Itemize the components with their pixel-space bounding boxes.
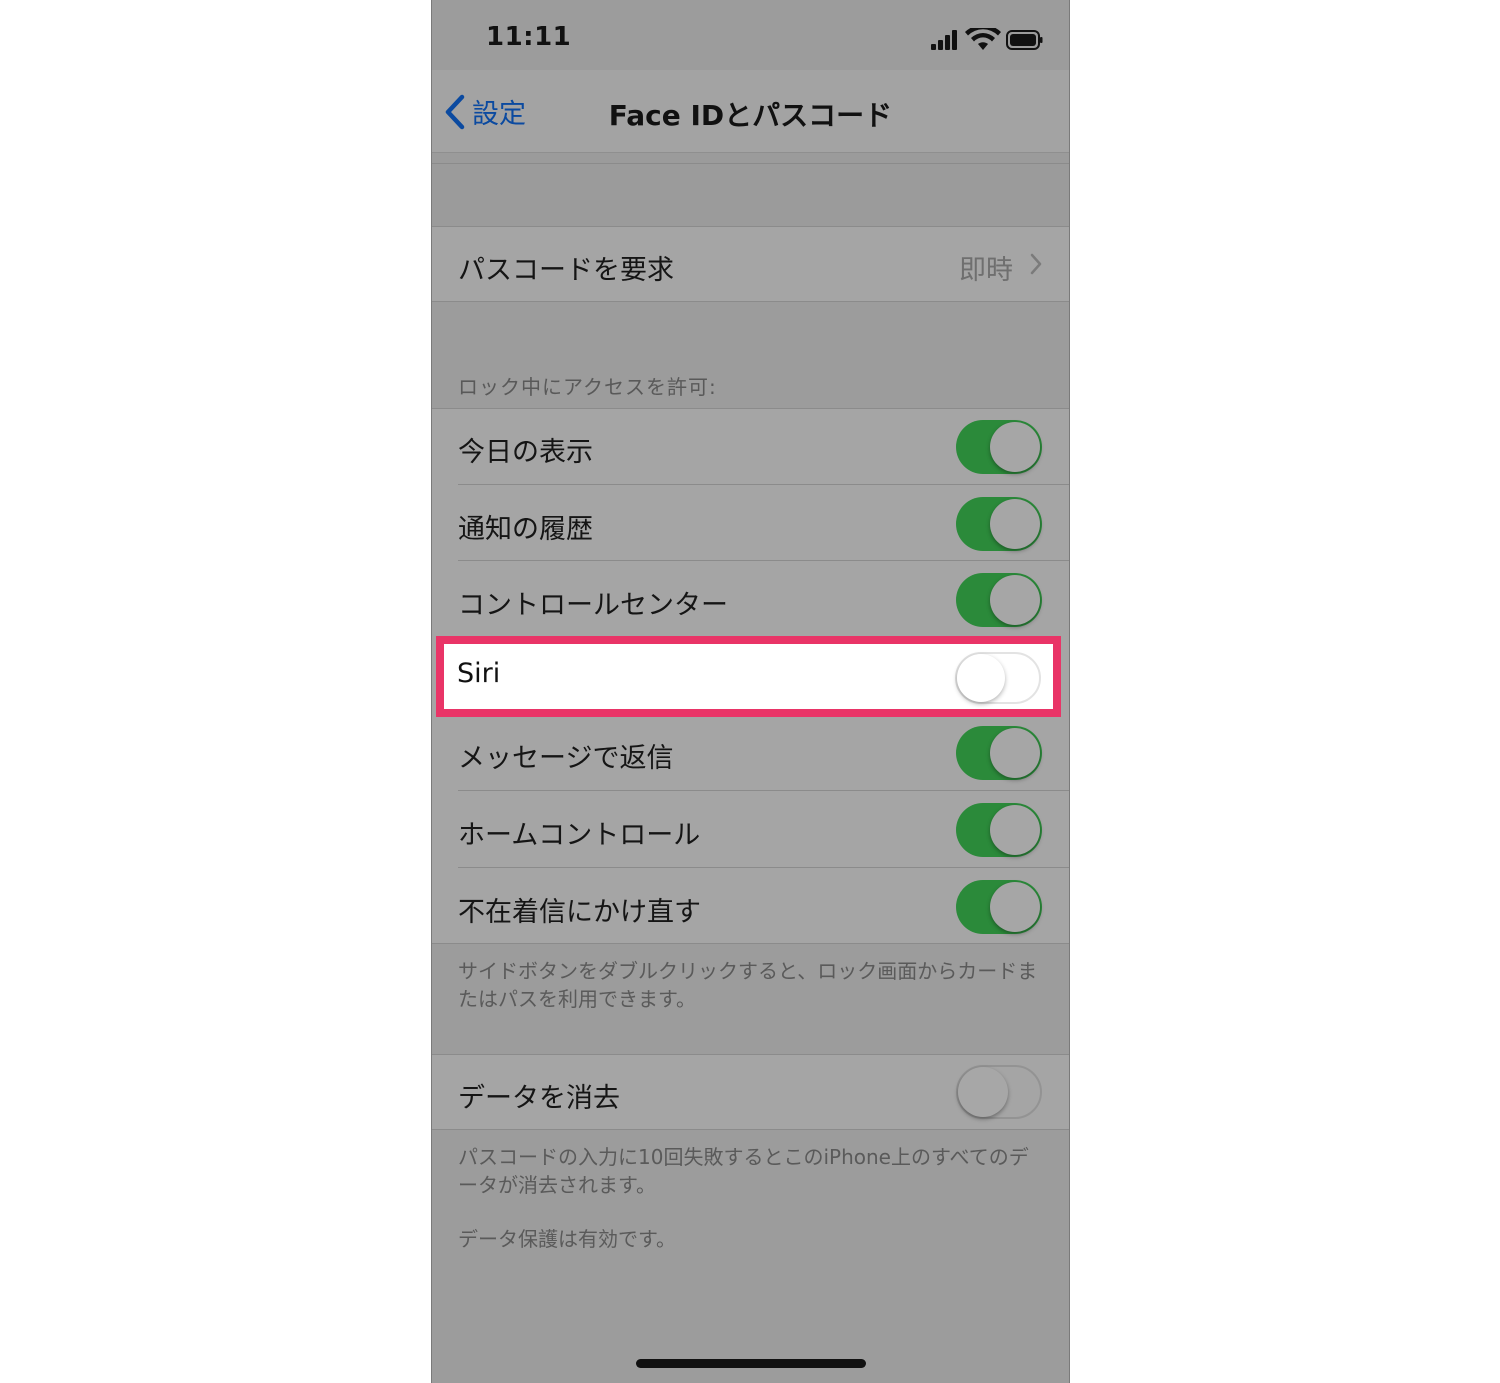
control-center-row: コントロールセンター xyxy=(432,561,1069,638)
home-control-toggle[interactable] xyxy=(956,803,1042,857)
status-icons xyxy=(931,24,1043,52)
erase-data-label: データを消去 xyxy=(458,1083,620,1114)
control-center-toggle[interactable] xyxy=(956,573,1042,627)
erase-data-row: データを消去 xyxy=(432,1054,1069,1130)
today-view-row: 今日の表示 xyxy=(432,408,1069,485)
reply-with-message-toggle[interactable] xyxy=(956,726,1042,780)
siri-label: Siri xyxy=(457,658,501,689)
notification-history-row: 通知の履歴 xyxy=(432,485,1069,561)
home-control-label: ホームコントロール xyxy=(458,820,701,851)
chevron-right-icon xyxy=(1030,253,1042,275)
siri-toggle[interactable] xyxy=(955,652,1041,704)
notification-history-label: 通知の履歴 xyxy=(458,514,593,545)
erase-data-footer: パスコードの入力に10回失敗するとこのiPhone上のすべてのデータが消去されま… xyxy=(458,1145,1029,1197)
navigation-bar: 設定 Face IDとパスコード xyxy=(432,70,1069,153)
section-spacer xyxy=(432,153,1069,226)
reply-with-message-label: メッセージで返信 xyxy=(458,743,674,774)
page-title: Face IDとパスコード xyxy=(608,99,893,132)
siri-row: Siri xyxy=(444,644,1053,709)
control-center-label: コントロールセンター xyxy=(458,590,728,621)
return-missed-calls-toggle[interactable] xyxy=(956,880,1042,934)
home-indicator xyxy=(636,1359,866,1368)
battery-icon xyxy=(1006,30,1043,50)
signal-icon xyxy=(931,30,957,50)
lock-access-footer: サイドボタンをダブルクリックすると、ロック画面からカードまたはパスを利用できます… xyxy=(458,959,1038,1011)
today-view-toggle[interactable] xyxy=(956,420,1042,474)
erase-data-toggle[interactable] xyxy=(956,1065,1042,1119)
require-passcode-row[interactable]: パスコードを要求 即時 xyxy=(432,226,1069,302)
wifi-icon xyxy=(965,24,1001,50)
siri-highlight-frame: Siri xyxy=(436,636,1061,717)
notification-history-toggle[interactable] xyxy=(956,497,1042,551)
data-protection-footer: データ保護は有効です。 xyxy=(458,1227,676,1251)
reply-with-message-row: メッセージで返信 xyxy=(432,714,1069,791)
status-time: 11:11 xyxy=(486,22,572,52)
home-control-row: ホームコントロール xyxy=(432,791,1069,868)
require-passcode-label: パスコードを要求 xyxy=(458,255,674,286)
lock-access-header: ロック中にアクセスを許可: xyxy=(458,375,717,399)
return-missed-calls-label: 不在着信にかけ直す xyxy=(458,897,701,928)
return-missed-calls-row: 不在着信にかけ直す xyxy=(432,868,1069,944)
today-view-label: 今日の表示 xyxy=(458,437,593,468)
require-passcode-value: 即時 xyxy=(959,255,1013,286)
